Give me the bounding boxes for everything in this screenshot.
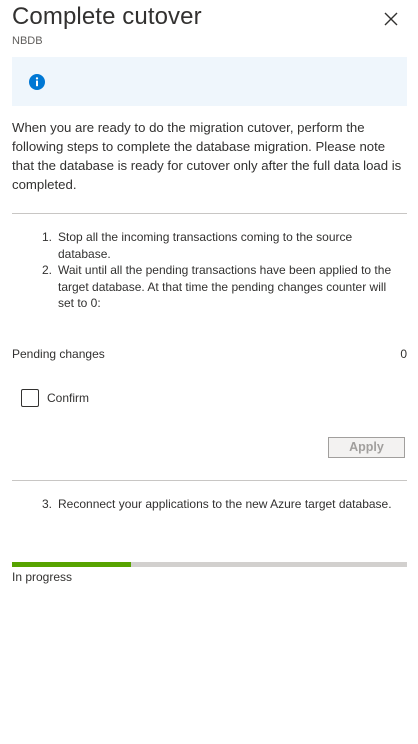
step3: 3. Reconnect your applications to the ne… (12, 496, 407, 513)
pending-changes-value: 0 (400, 347, 407, 361)
checkbox-box[interactable] (21, 389, 39, 407)
step-number: 2. (41, 263, 52, 277)
step-text: Wait until all the pending transactions … (58, 263, 392, 310)
panel-subtitle: NBDB (12, 35, 43, 47)
list-item: 3. Reconnect your applications to the ne… (12, 496, 407, 513)
confirm-checkbox[interactable]: Confirm (21, 389, 89, 407)
apply-button[interactable]: Apply (328, 437, 405, 458)
step-number: 1. (41, 230, 52, 244)
steps-list: 1. Stop all the incoming transactions co… (12, 229, 407, 312)
divider (12, 480, 407, 481)
step-text: Stop all the incoming transactions comin… (58, 230, 353, 261)
progress-bar-fill (12, 562, 131, 567)
pending-changes-label: Pending changes (12, 347, 105, 361)
step-text: Reconnect your applications to the new A… (58, 497, 392, 511)
close-button[interactable] (380, 8, 402, 30)
progress-status: In progress (12, 570, 73, 584)
close-icon (384, 12, 398, 26)
progress-bar (12, 562, 407, 567)
panel-title: Complete cutover (12, 3, 202, 30)
info-icon (29, 74, 45, 90)
info-banner (12, 57, 407, 106)
step-number: 3. (41, 497, 52, 511)
divider (12, 213, 407, 214)
confirm-label: Confirm (47, 391, 90, 405)
list-item: 2. Wait until all the pending transactio… (12, 262, 407, 312)
description-text: When you are ready to do the migration c… (12, 120, 402, 192)
list-item: 1. Stop all the incoming transactions co… (12, 229, 407, 262)
